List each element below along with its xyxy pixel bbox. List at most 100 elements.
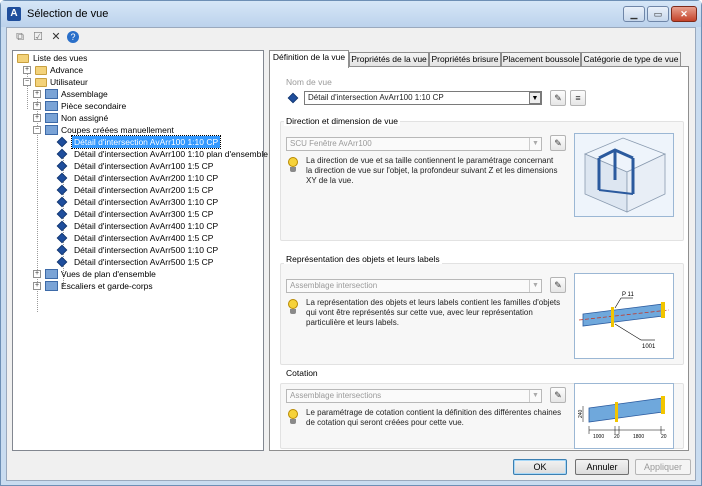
- info-bulb-icon: [288, 299, 298, 315]
- apply-button[interactable]: Appliquer: [635, 459, 691, 475]
- view-diamond-icon: [56, 196, 68, 208]
- tree-view-label: Détail d'intersection AvArr500 1:10 CP: [74, 245, 219, 255]
- view-diamond-icon: [56, 160, 68, 172]
- close-button[interactable]: ✕: [671, 6, 697, 22]
- tree-view-label: Détail d'intersection AvArr100 1:10 plan…: [74, 149, 268, 159]
- cotation-value: Assemblage intersections: [290, 391, 382, 400]
- tab-proprietes-brisure[interactable]: Propriétés brisure: [429, 52, 501, 67]
- tree-view-label: Détail d'intersection AvArr200 1:5 CP: [74, 185, 214, 195]
- tree-item-label: Vues de plan d'ensemble: [61, 269, 156, 279]
- cancel-button[interactable]: Annuler: [575, 459, 629, 475]
- view-diamond-icon: [56, 232, 68, 244]
- representation-edit-button[interactable]: ✎: [550, 277, 566, 293]
- representation-title: Représentation des objets et leurs label…: [284, 254, 442, 264]
- tab-placement-boussole[interactable]: Placement boussole: [501, 52, 581, 67]
- tree-root-label: Liste des vues: [33, 53, 88, 63]
- tree-view-label: Détail d'intersection AvArr500 1:5 CP: [74, 257, 214, 267]
- folder-icon: [35, 66, 47, 75]
- tab-panel-definition: Nom de vue Détail d'intersection AvArr10…: [269, 66, 689, 451]
- dropdown-arrow-icon: ▼: [529, 92, 541, 104]
- nom-de-vue-select[interactable]: Détail d'intersection AvArr100 1:10 CP ▼: [304, 91, 542, 105]
- view-diamond-icon: [56, 244, 68, 256]
- cotation-desc-line: de cotation qui seront créées pour cette…: [306, 418, 464, 427]
- view-diamond-icon: [56, 256, 68, 268]
- representation-description: La représentation des objets et leurs la…: [306, 298, 560, 328]
- cotation-description: Le paramétrage de cotation contient la d…: [306, 408, 561, 428]
- expand-icon[interactable]: +: [33, 102, 41, 110]
- title-bar: A Sélection de vue ▁ ▭ ✕: [1, 1, 701, 27]
- tree-view-label: Détail d'intersection AvArr300 1:5 CP: [74, 209, 214, 219]
- app-icon: A: [7, 7, 21, 21]
- tree-item-label: Escaliers et garde-corps: [61, 281, 153, 291]
- cotation-select: Assemblage intersections ▼: [286, 389, 542, 403]
- cotation-preview-image: 240 1000 20 1800 20: [574, 383, 674, 449]
- cotation-label-h: 240: [578, 409, 584, 418]
- representation-label-top: P 11: [622, 292, 634, 298]
- dialog-window: A Sélection de vue ▁ ▭ ✕ ⧉ ☑ ✕ ? Liste d…: [0, 0, 702, 486]
- tree-item-label: Coupes créées manuellement: [61, 125, 174, 135]
- tree-view-label: Détail d'intersection AvArr100 1:5 CP: [74, 161, 214, 171]
- dropdown-arrow-icon: ▼: [529, 390, 541, 402]
- cotation-edit-button[interactable]: ✎: [550, 387, 566, 403]
- view-diamond-icon: [56, 208, 68, 220]
- info-bulb-icon: [288, 409, 298, 425]
- tree-view-label: Détail d'intersection AvArr300 1:10 CP: [74, 197, 219, 207]
- tree-view-label: Détail d'intersection AvArr200 1:10 CP: [74, 173, 219, 183]
- view-diamond-icon: [287, 92, 299, 104]
- direction-value: SCU Fenêtre AvArr100: [290, 139, 372, 148]
- section-icon: [45, 125, 58, 135]
- info-bulb-icon: [288, 157, 298, 173]
- expand-icon[interactable]: +: [33, 270, 41, 278]
- tree-item-label: Utilisateur: [50, 77, 88, 87]
- assembly-icon: [45, 89, 58, 99]
- tab-definition[interactable]: Définition de la vue: [269, 50, 349, 68]
- cotation-title: Cotation: [284, 368, 320, 378]
- nom-de-vue-value: Détail d'intersection AvArr100 1:10 CP: [308, 93, 444, 102]
- tree-item-label: Non assigné: [61, 113, 109, 123]
- expand-icon[interactable]: +: [33, 114, 41, 122]
- views-tree[interactable]: Liste des vues + Advance − Utilisateur +…: [12, 50, 268, 451]
- copy-icon[interactable]: ⧉: [13, 30, 27, 44]
- folder-open-icon: [17, 54, 29, 63]
- direction-title: Direction et dimension de vue: [284, 116, 400, 126]
- expand-icon[interactable]: +: [33, 90, 41, 98]
- dropdown-arrow-icon: ▼: [529, 280, 541, 292]
- direction-desc-line: La direction de vue et sa taille contien…: [306, 156, 554, 165]
- representation-desc-line: qui vont être représentés sur cette vue,…: [306, 308, 533, 317]
- tree-item-label: Pièce secondaire: [61, 101, 127, 111]
- cotation-label-d: 20: [661, 434, 667, 440]
- cotation-label-c: 1800: [633, 434, 644, 440]
- expand-icon[interactable]: +: [33, 282, 41, 290]
- maximize-button[interactable]: ▭: [647, 6, 669, 22]
- view-details-button[interactable]: ≡: [570, 90, 586, 106]
- representation-label-bottom: 1001: [642, 344, 656, 350]
- tree-view-label: Détail d'intersection AvArr400 1:10 CP: [74, 221, 219, 231]
- view-diamond-icon: [56, 172, 68, 184]
- tree-view-label: Détail d'intersection AvArr400 1:5 CP: [74, 233, 214, 243]
- cotation-label-b: 20: [614, 434, 620, 440]
- cotation-label-a: 1000: [593, 434, 604, 440]
- cotation-desc-line: Le paramétrage de cotation contient la d…: [306, 408, 562, 417]
- ok-button[interactable]: OK: [513, 459, 567, 475]
- tab-proprietes-vue[interactable]: Propriétés de la vue: [349, 52, 429, 67]
- collapse-icon[interactable]: −: [33, 126, 41, 134]
- folder-open-icon: [35, 78, 47, 87]
- tab-categorie[interactable]: Catégorie de type de vue: [581, 52, 681, 67]
- view-diamond-icon: [56, 184, 68, 196]
- tree-view-label-selected: Détail d'intersection AvArr100 1:10 CP: [70, 135, 222, 149]
- minimize-button[interactable]: ▁: [623, 6, 645, 22]
- delete-icon[interactable]: ✕: [49, 30, 63, 44]
- tab-strip: Définition de la vue Propriétés de la vu…: [269, 50, 689, 68]
- representation-desc-line: La représentation des objets et leurs la…: [306, 298, 561, 307]
- representation-value: Assemblage intersection: [290, 281, 378, 290]
- edit-view-button[interactable]: ✎: [550, 90, 566, 106]
- direction-edit-button[interactable]: ✎: [550, 135, 566, 151]
- part-icon: [45, 101, 58, 111]
- expand-icon[interactable]: +: [23, 66, 31, 74]
- direction-desc-line: XY de la vue.: [306, 176, 354, 185]
- tree-connector: [27, 69, 28, 109]
- collapse-icon[interactable]: −: [23, 78, 31, 86]
- help-icon[interactable]: ?: [67, 31, 79, 43]
- check-icon[interactable]: ☑: [31, 30, 45, 44]
- representation-desc-line: particulière et leurs labels.: [306, 318, 399, 327]
